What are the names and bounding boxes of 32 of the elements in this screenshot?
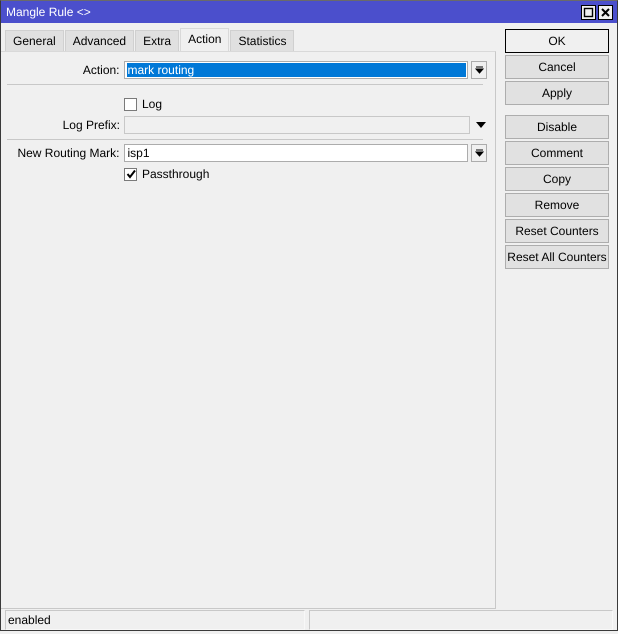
tab[interactable]: Extra (135, 30, 180, 51)
action-button[interactable]: Copy (505, 167, 609, 191)
action-button[interactable]: Comment (505, 141, 609, 165)
tab[interactable]: Action (180, 28, 230, 51)
caret-icon (474, 149, 484, 157)
action-button[interactable]: Remove (505, 193, 609, 217)
action-button[interactable]: OK (505, 29, 609, 53)
combo-field[interactable]: mark routing (124, 61, 468, 79)
dropdown-button[interactable] (471, 61, 487, 79)
tab[interactable]: General (5, 30, 64, 51)
maximize-button[interactable] (581, 4, 596, 20)
field-label: New Routing Mark: (16, 146, 121, 160)
caret-icon[interactable] (476, 122, 486, 128)
action-button[interactable]: Reset Counters (505, 219, 609, 243)
checkbox-label: Passthrough (142, 167, 210, 181)
window-title: Mangle Rule <> (6, 5, 92, 19)
dropdown-button[interactable] (471, 144, 487, 162)
action-button[interactable]: Reset All Counters (505, 245, 609, 269)
checkbox[interactable] (124, 98, 137, 110)
checkbox[interactable] (124, 168, 137, 180)
checkbox-label: Log (142, 97, 162, 111)
caret-icon (474, 66, 484, 74)
status-text: enabled (5, 610, 305, 630)
action-button[interactable]: Cancel (505, 55, 609, 79)
close-button[interactable] (598, 4, 613, 20)
action-button[interactable]: Disable (505, 115, 609, 139)
tab[interactable]: Statistics (230, 30, 294, 51)
field-label: Action: (82, 63, 121, 77)
action-button[interactable]: Apply (505, 81, 609, 105)
tab[interactable]: Advanced (64, 30, 134, 51)
combo-field[interactable]: isp1 (124, 144, 468, 162)
field-label: Log Prefix: (62, 118, 121, 132)
